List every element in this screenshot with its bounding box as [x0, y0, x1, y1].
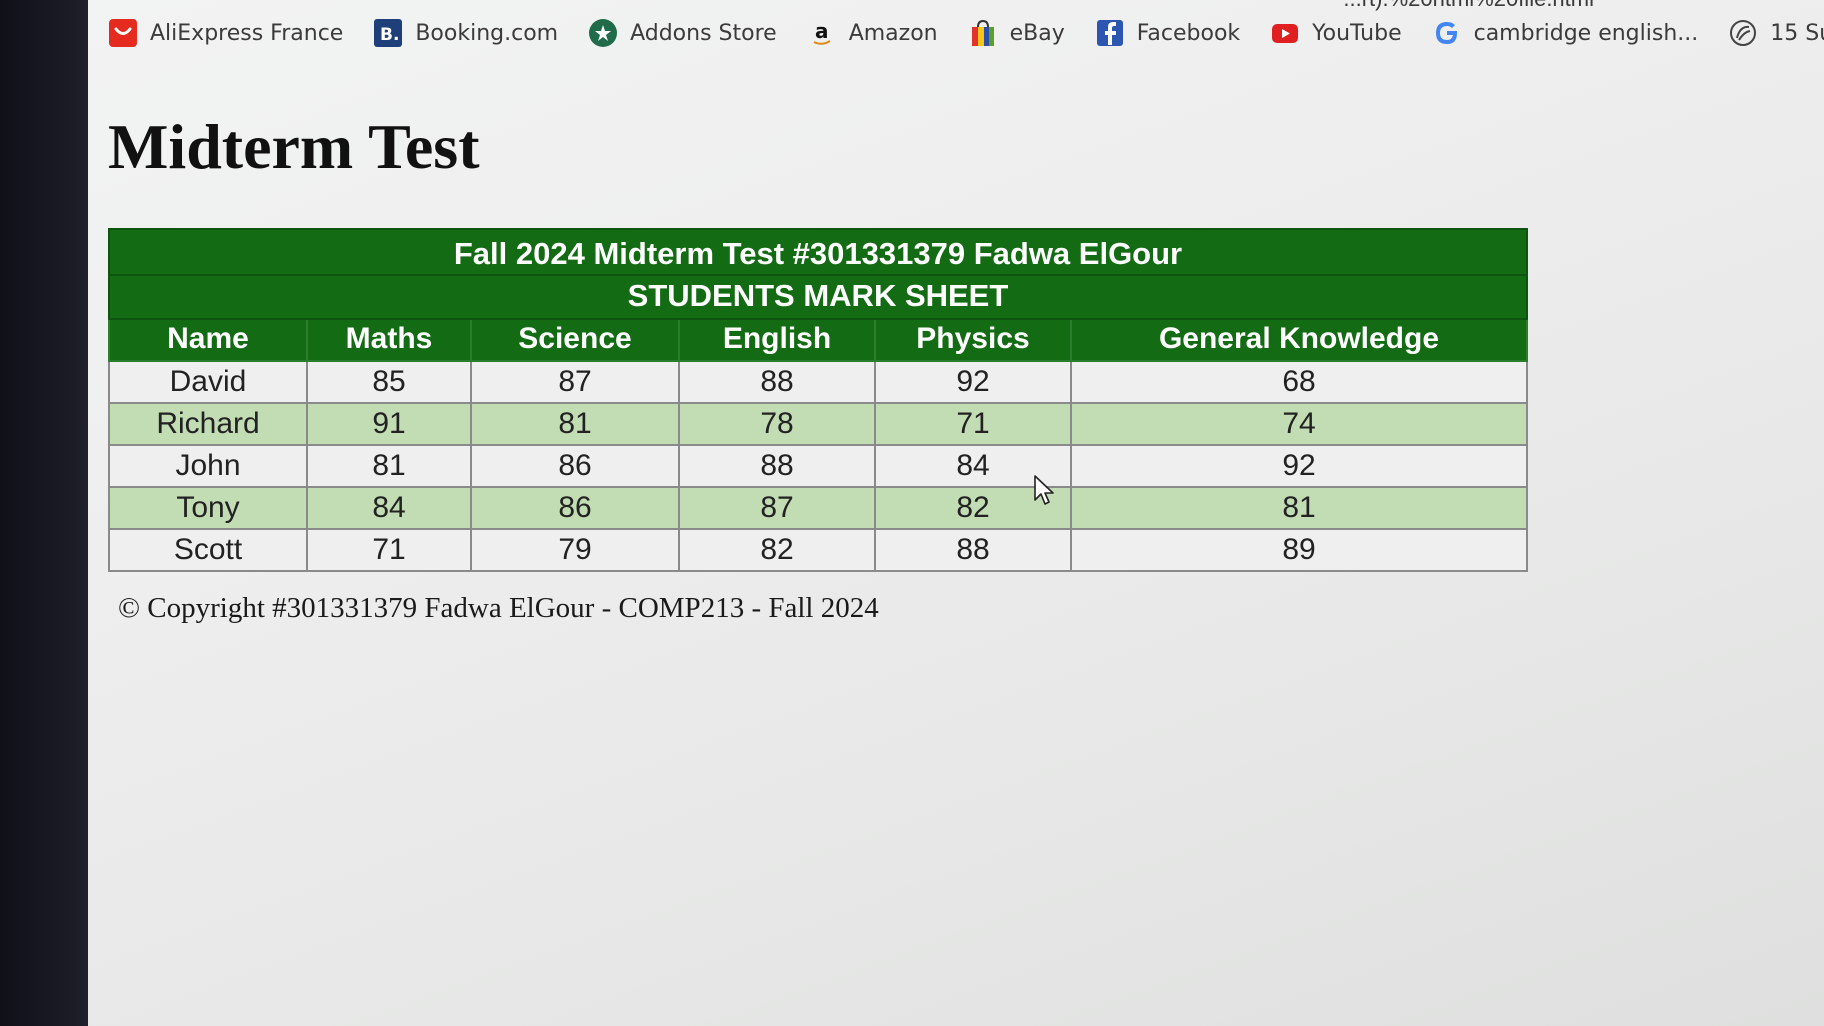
bookmark-label: Facebook	[1136, 20, 1241, 46]
svg-text:a: a	[815, 19, 829, 43]
bookmark-label: Amazon	[848, 20, 938, 46]
facebook-icon	[1095, 18, 1125, 48]
student-name-cell: David	[108, 360, 308, 404]
maths-cell: 81	[306, 444, 472, 488]
table-row: Richard 91 81 78 71 74	[108, 402, 1528, 446]
general-knowledge-cell: 92	[1070, 444, 1528, 488]
science-cell: 86	[470, 486, 680, 530]
google-icon	[1432, 18, 1462, 48]
table-row: Scott 71 79 82 88 89	[108, 528, 1528, 572]
english-cell: 88	[678, 360, 876, 404]
table-header-row: Name Maths Science English Physics Gener…	[108, 318, 1528, 362]
bookmark-label: eBay	[1009, 20, 1065, 46]
bookmark-15-surprising[interactable]: 15 Surprising Ho	[1728, 18, 1824, 48]
maths-cell: 91	[306, 402, 472, 446]
general-knowledge-cell: 74	[1070, 402, 1528, 446]
svg-text:B.: B.	[380, 25, 399, 45]
english-cell: 82	[678, 528, 876, 572]
column-header-physics: Physics	[874, 318, 1072, 362]
aliexpress-icon	[108, 18, 138, 48]
bookmark-youtube[interactable]: YouTube	[1270, 18, 1402, 48]
english-cell: 87	[678, 486, 876, 530]
ebay-bag-icon	[968, 18, 998, 48]
science-cell: 79	[470, 528, 680, 572]
bookmark-label: Booking.com	[415, 20, 559, 46]
student-name-cell: Scott	[108, 528, 308, 572]
bookmark-aliexpress[interactable]: AliExpress France	[108, 18, 343, 48]
youtube-icon	[1270, 18, 1300, 48]
table-title: Fall 2024 Midterm Test #301331379 Fadwa …	[108, 228, 1528, 276]
bookmark-label: AliExpress France	[150, 20, 344, 46]
bookmark-ebay[interactable]: eBay	[968, 18, 1065, 48]
bookmark-label: cambridge english...	[1473, 20, 1699, 46]
page-title: Midterm Test	[108, 111, 480, 182]
student-name-cell: John	[108, 444, 308, 488]
bookmark-addons-store[interactable]: Addons Store	[588, 18, 777, 48]
bookmark-amazon[interactable]: a Amazon	[807, 18, 938, 48]
bookmarks-bar: AliExpress France B. Booking.com Addons …	[108, 8, 1824, 58]
english-cell: 78	[678, 402, 876, 446]
student-name-cell: Richard	[108, 402, 308, 446]
mouse-cursor-icon	[1033, 474, 1057, 506]
general-knowledge-cell: 81	[1070, 486, 1528, 530]
science-cell: 86	[470, 444, 680, 488]
bookmark-label: Addons Store	[630, 20, 777, 46]
science-cell: 81	[470, 402, 680, 446]
student-name-cell: Tony	[108, 486, 308, 530]
bookmark-booking[interactable]: B. Booking.com	[373, 18, 558, 48]
column-header-science: Science	[470, 318, 680, 362]
mark-sheet-table: Fall 2024 Midterm Test #301331379 Fadwa …	[108, 228, 1528, 572]
physics-cell: 92	[874, 360, 1072, 404]
column-header-maths: Maths	[306, 318, 472, 362]
table-subtitle: STUDENTS MARK SHEET	[108, 274, 1528, 320]
english-cell: 88	[678, 444, 876, 488]
bookmark-facebook[interactable]: Facebook	[1095, 18, 1240, 48]
maths-cell: 85	[306, 360, 472, 404]
column-header-english: English	[678, 318, 876, 362]
copyright-footer: © Copyright #301331379 Fadwa ElGour - CO…	[118, 592, 879, 624]
bookmark-label: 15 Surprising Ho	[1770, 20, 1824, 46]
column-header-general-knowledge: General Knowledge	[1070, 318, 1528, 362]
physics-cell: 88	[874, 528, 1072, 572]
browser-window: ...rt).%20html%20file.html AliExpress Fr…	[88, 0, 1824, 1026]
science-cell: 87	[470, 360, 680, 404]
bookmark-cambridge-english[interactable]: cambridge english...	[1432, 18, 1699, 48]
physics-cell: 71	[874, 402, 1072, 446]
amazon-icon: a	[807, 18, 837, 48]
bookmark-label: YouTube	[1312, 20, 1402, 46]
general-knowledge-cell: 89	[1070, 528, 1528, 572]
maths-cell: 84	[306, 486, 472, 530]
bookmark-site-icon	[1728, 18, 1758, 48]
addons-store-icon	[588, 18, 618, 48]
general-knowledge-cell: 68	[1070, 360, 1528, 404]
table-row: John 81 86 88 84 92	[108, 444, 1528, 488]
table-row: David 85 87 88 92 68	[108, 360, 1528, 404]
table-row: Tony 84 86 87 82 81	[108, 486, 1528, 530]
booking-icon: B.	[373, 18, 403, 48]
maths-cell: 71	[306, 528, 472, 572]
column-header-name: Name	[108, 318, 308, 362]
